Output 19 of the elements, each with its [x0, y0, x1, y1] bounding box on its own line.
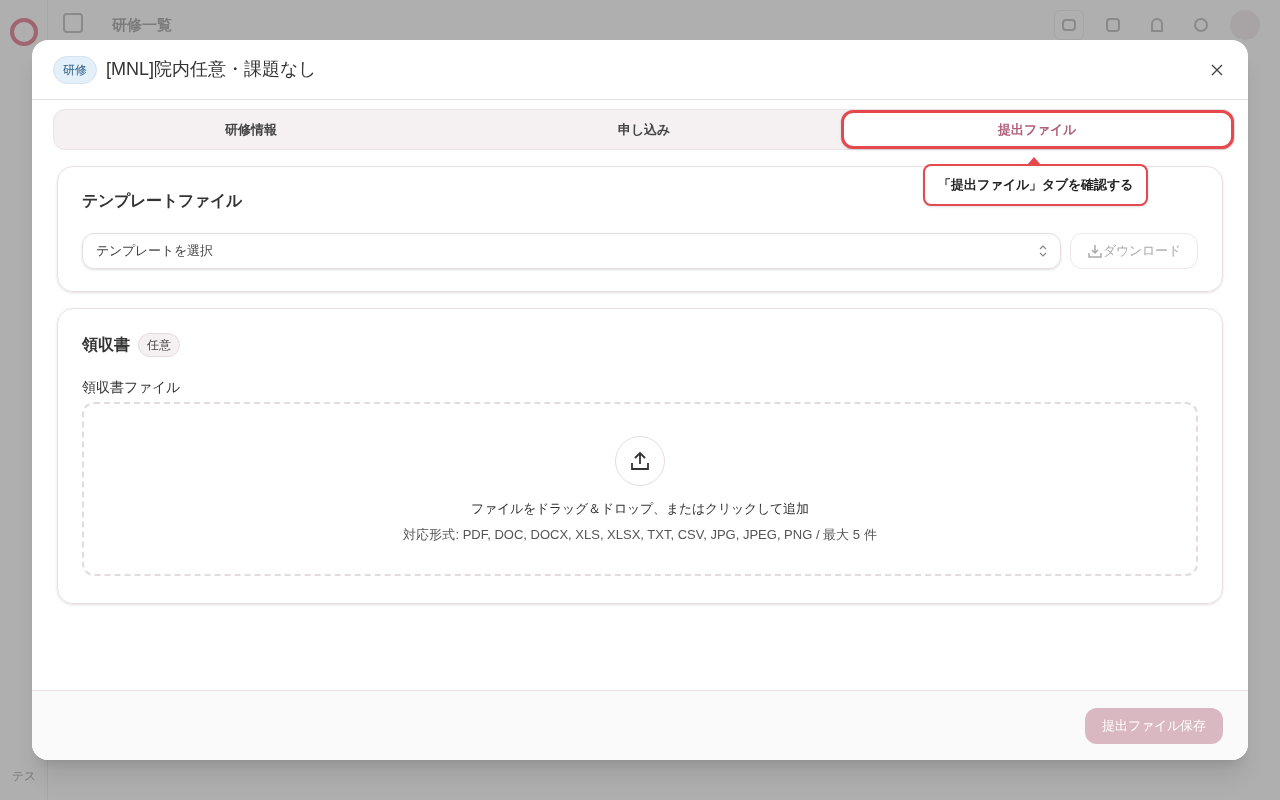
tab[interactable]: 申し込み	[447, 110, 841, 149]
dropzone-hint: 対応形式: PDF, DOC, DOCX, XLS, XLSX, TXT, CSV, JPG, JPEG, PNG / 最大 5 件	[403, 525, 877, 544]
callout-tooltip: 「提出ファイル」タブを確認する	[923, 164, 1148, 206]
section-title: 領収書	[82, 335, 130, 355]
upload-icon	[615, 436, 665, 486]
field-label: 領収書ファイル	[82, 378, 181, 397]
tab[interactable]: 提出ファイル	[840, 110, 1234, 149]
download-icon	[1087, 244, 1102, 258]
chevron-updown-icon	[1039, 245, 1047, 257]
tab[interactable]: 研修情報	[54, 110, 448, 149]
category-badge: 研修	[53, 55, 97, 84]
avatar-icon[interactable]	[1230, 10, 1260, 40]
callout-pointer-icon	[1027, 157, 1041, 165]
dialog-title: [MNL]院内任意・課題なし	[106, 58, 316, 81]
file-dropzone[interactable]: ファイルをドラッグ＆ドロップ、またはクリックして追加 対応形式: PDF, DOC, DOCX, XLS, XLSX, TXT, CSV, JPG, JPEG, PNG / 最大 5 件	[82, 402, 1198, 576]
section-title: テンプレートファイル	[82, 191, 243, 211]
template-select[interactable]: テンプレートを選択	[82, 233, 1061, 269]
optional-tag: 任意	[138, 333, 180, 357]
dropzone-instruction: ファイルをドラッグ＆ドロップ、またはクリックして追加	[471, 500, 809, 518]
